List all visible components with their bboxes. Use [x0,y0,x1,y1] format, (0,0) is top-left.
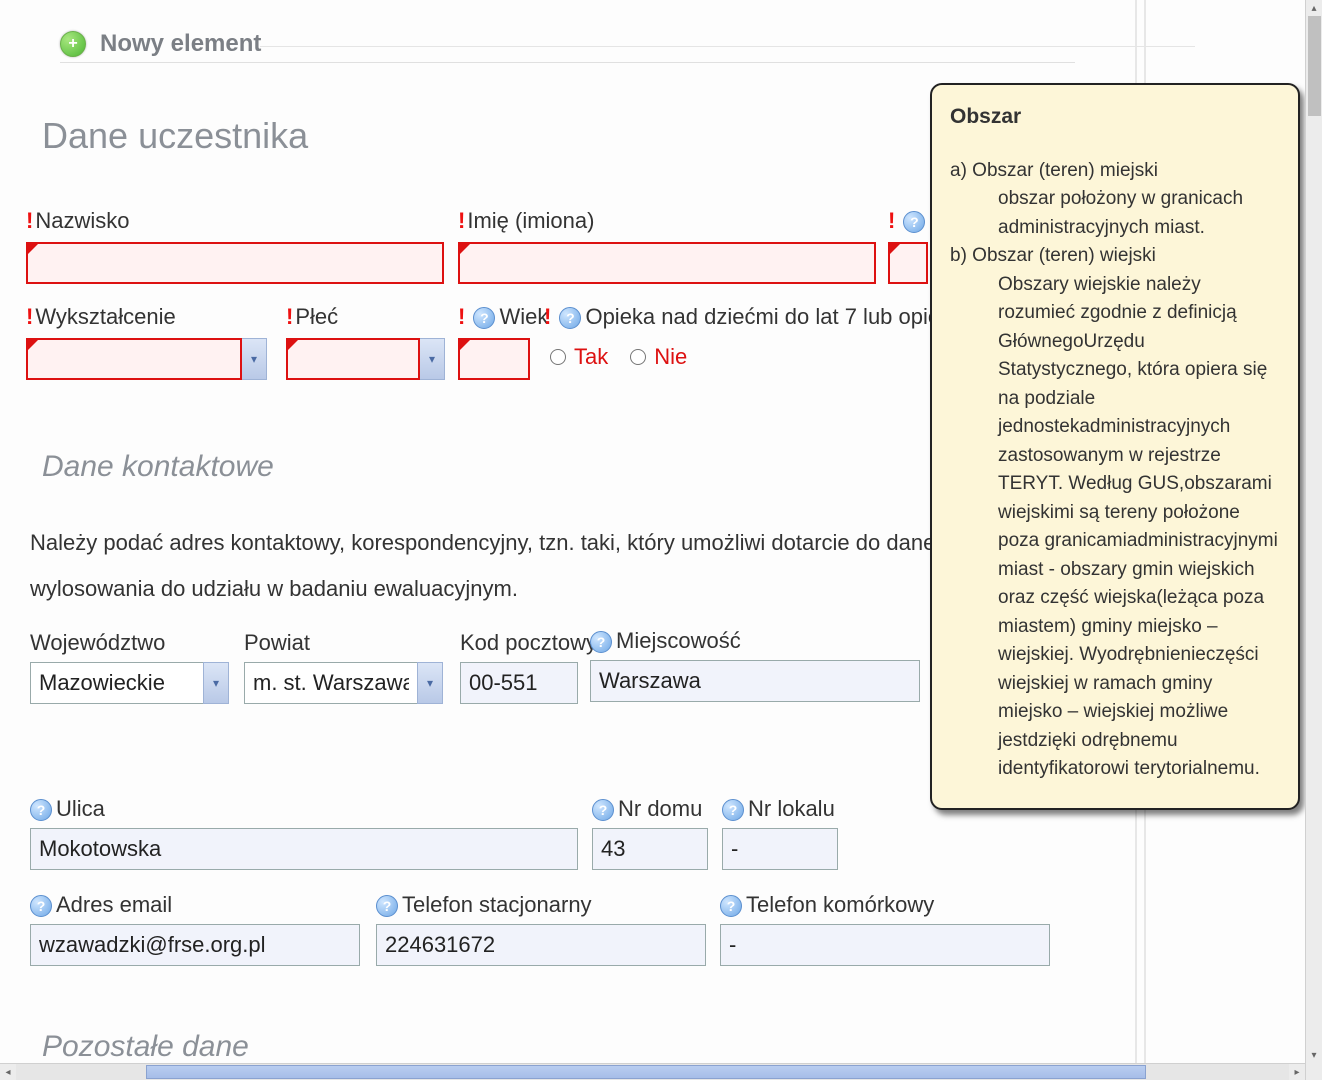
help-icon[interactable]: ? [30,799,52,821]
email-input[interactable] [30,924,360,966]
tel-kom-label: ?Telefon komórkowy [720,892,1050,918]
scroll-down-arrow-icon[interactable]: ▾ [1306,1047,1322,1063]
tel-stac-input[interactable] [376,924,706,966]
help-icon[interactable]: ? [722,799,744,821]
wojewodztwo-label: Województwo [30,630,229,656]
tooltip-b-body: Obszary wiejskie należy rozumieć zgodnie… [998,271,1280,784]
new-element-label: Nowy element [100,30,261,58]
new-element-header: + Nowy element [60,30,1075,63]
imie-label: !Imię (imiona) [458,208,876,234]
help-icon[interactable]: ? [590,631,612,653]
hscroll-thumb[interactable] [146,1065,1146,1079]
email-label: ?Adres email [30,892,360,918]
nazwisko-input[interactable] [26,242,444,284]
scroll-right-arrow-icon[interactable]: ▸ [1289,1064,1305,1080]
nr-lokalu-label: ?Nr lokalu [722,796,838,822]
wyksztalcenie-label: !Wykształcenie [26,304,267,330]
tooltip-b-head: b) Obszar (teren) wiejski [950,242,1280,271]
section-title-contact-data: Dane kontaktowe [42,450,274,484]
help-icon[interactable]: ? [376,895,398,917]
kod-input[interactable] [460,662,578,704]
imie-input[interactable] [458,242,876,284]
wojewodztwo-input[interactable] [30,662,204,704]
tooltip-title: Obszar [950,101,1280,133]
wyksztalcenie-dropdown-button[interactable]: ▾ [241,338,267,380]
opieka-radio-nie[interactable]: Nie [630,344,687,370]
section-title-other-data: Pozostałe dane [42,1030,249,1063]
nr-domu-input[interactable] [592,828,708,870]
help-icon[interactable]: ? [720,895,742,917]
help-icon[interactable]: ? [559,307,581,329]
vscroll-thumb[interactable] [1308,16,1321,116]
vertical-scrollbar[interactable]: ▴ ▾ [1305,0,1322,1080]
ulica-label: ?Ulica [30,796,578,822]
tooltip-a-body: obszar położony w granicach administracy… [998,185,1280,242]
powiat-input[interactable] [244,662,418,704]
wyksztalcenie-input[interactable] [26,338,242,380]
nr-lokalu-input[interactable] [722,828,838,870]
section-title-participant-data: Dane uczestnika [42,115,308,157]
plec-dropdown-button[interactable]: ▾ [419,338,445,380]
help-icon[interactable]: ? [473,307,495,329]
nr-domu-label: ?Nr domu [592,796,708,822]
powiat-label: Powiat [244,630,443,656]
miejscowosc-input[interactable] [590,660,920,702]
help-icon[interactable]: ? [592,799,614,821]
plec-input[interactable] [286,338,420,380]
miejscowosc-label: ?Miejscowość [590,628,920,654]
powiat-dropdown-button[interactable]: ▾ [417,662,443,704]
nazwisko-label: !Nazwisko [26,208,444,234]
opieka-radio-tak[interactable]: Tak [550,344,608,370]
kod-label: Kod pocztowy [460,630,597,656]
add-icon[interactable]: + [60,31,86,57]
wiek-label: ! ?Wiek [458,304,548,330]
tel-stac-label: ?Telefon stacjonarny [376,892,706,918]
help-icon[interactable]: ? [903,211,925,233]
tooltip-a-head: a) Obszar (teren) miejski [950,157,1280,186]
scroll-left-arrow-icon[interactable]: ◂ [0,1064,16,1080]
help-icon[interactable]: ? [30,895,52,917]
scroll-up-arrow-icon[interactable]: ▴ [1306,0,1322,16]
tel-kom-input[interactable] [720,924,1050,966]
ulica-input[interactable] [30,828,578,870]
horizontal-scrollbar[interactable]: ◂ ▸ [0,1063,1305,1080]
obszar-tooltip: Obszar a) Obszar (teren) miejski obszar … [930,83,1300,810]
plec-label: !Płeć [286,304,445,330]
wojewodztwo-dropdown-button[interactable]: ▾ [203,662,229,704]
